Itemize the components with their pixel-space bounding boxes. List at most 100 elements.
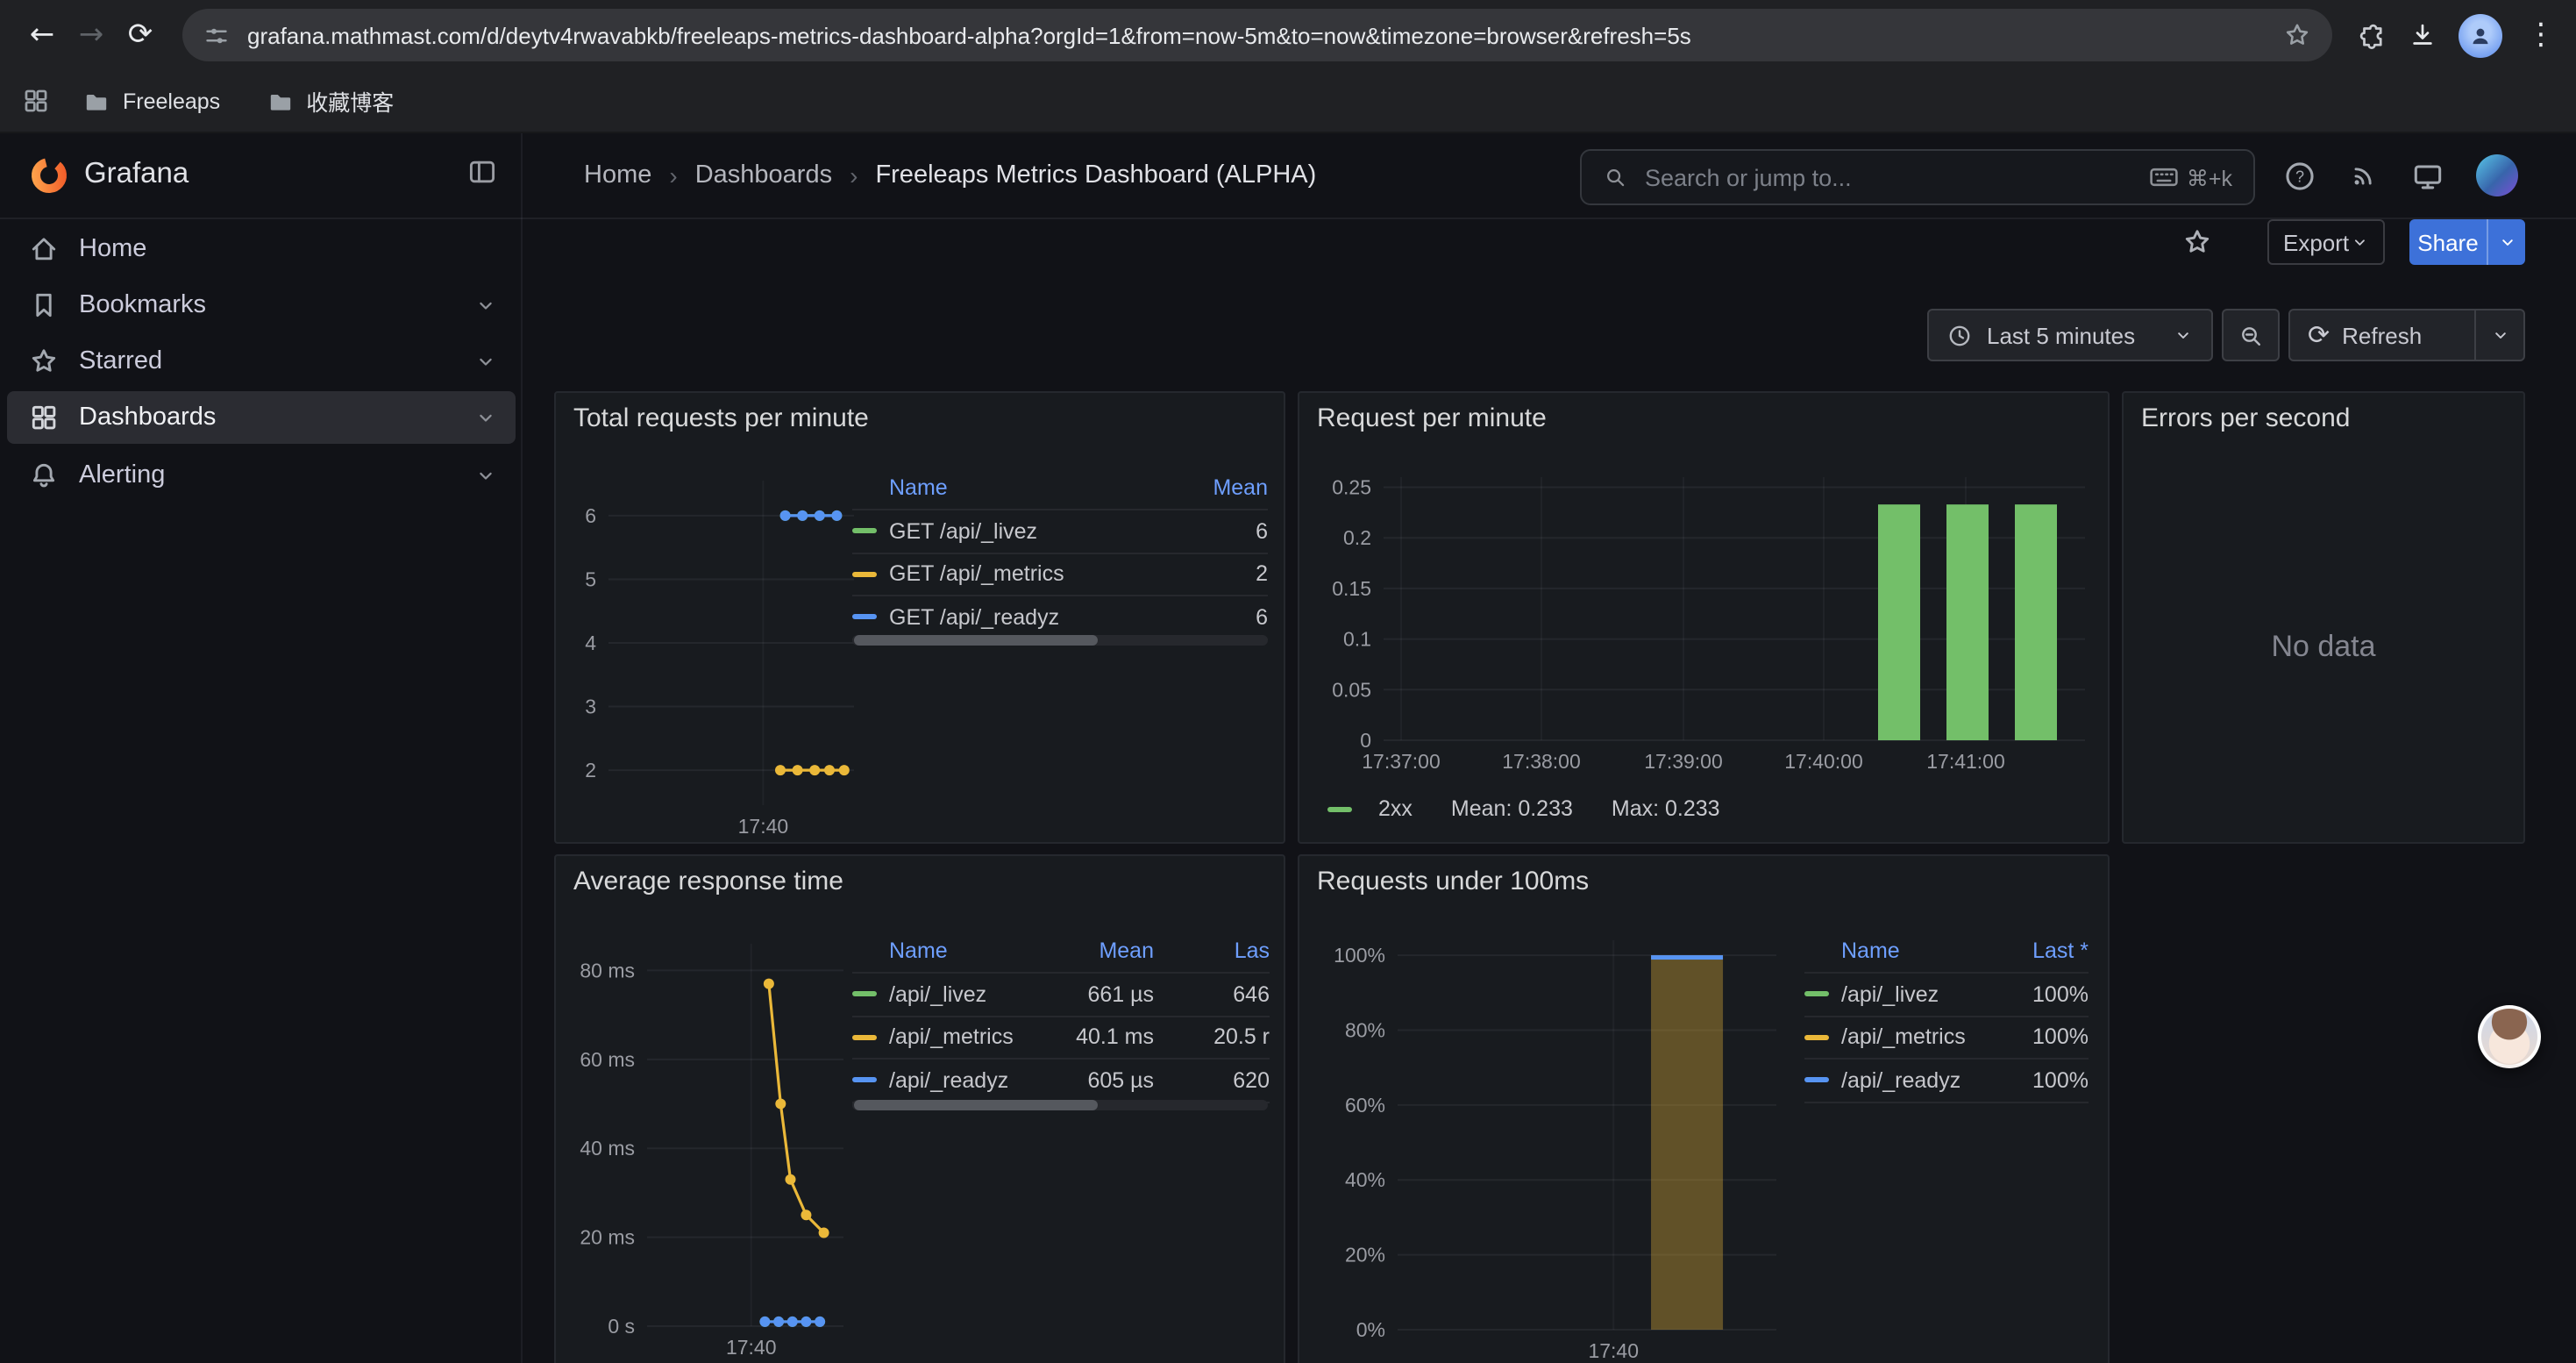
panel-requests-under-100ms[interactable]: Requests under 100ms 100%80%60%40%20%0%1… [1298, 854, 2110, 1363]
export-button[interactable]: Export [2267, 219, 2385, 265]
bookmark-star-icon[interactable] [2283, 21, 2311, 49]
share-button[interactable]: Share [2409, 219, 2525, 265]
series-value: 100% [1990, 982, 2089, 1007]
legend-row[interactable]: /api/_readyz605 µs620 [852, 1060, 1270, 1103]
refresh-button[interactable]: ⟳ Refresh [2288, 309, 2525, 361]
panel-average-response-time[interactable]: Average response time 80 ms60 ms40 ms20 … [554, 854, 1285, 1363]
refresh-label: Refresh [2342, 322, 2422, 348]
svg-text:17:40: 17:40 [1588, 1339, 1639, 1362]
scroll-thumb[interactable] [854, 1100, 1098, 1110]
series-value: 605 µs [1045, 1068, 1154, 1093]
folder-icon [82, 87, 110, 115]
bookmark-item[interactable]: Freeleaps [68, 82, 234, 120]
panel-title[interactable]: Total requests per minute [573, 403, 869, 433]
url-text[interactable]: grafana.mathmast.com/d/deytv4rwavabkb/fr… [247, 22, 2266, 48]
rss-icon[interactable] [2348, 160, 2380, 191]
sidebar-item-dashboards[interactable]: Dashboards [7, 391, 516, 444]
series-name: /api/_readyz [889, 1068, 1045, 1093]
panel-request-per-minute[interactable]: Request per minute 0.250.20.150.10.05017… [1298, 391, 2110, 844]
bell-icon [28, 460, 60, 491]
series-color-dash [1804, 992, 1829, 997]
scrollbar-thumb[interactable] [854, 635, 1098, 646]
sidebar-item-home[interactable]: Home [7, 223, 516, 275]
legend-item[interactable]: 2xx [1327, 796, 1413, 821]
sidebar-item-alerting[interactable]: Alerting [7, 449, 516, 502]
downloads-icon[interactable] [2408, 20, 2437, 50]
panel-errors-per-second[interactable]: Errors per second No data [2122, 391, 2525, 844]
refresh-main[interactable]: ⟳ Refresh [2290, 319, 2474, 351]
series-color-dash [852, 1078, 877, 1083]
help-icon[interactable]: ? [2283, 159, 2316, 192]
sidebar-collapse-button[interactable] [466, 156, 498, 193]
bar-chart[interactable]: 0.250.20.150.10.05017:37:0017:38:0017:39… [1313, 463, 2103, 791]
time-series-chart[interactable]: 6543217:40 [570, 463, 872, 844]
browser-profile-avatar[interactable] [2459, 13, 2502, 57]
panel-total-requests[interactable]: Total requests per minute 6543217:40 Nam… [554, 391, 1285, 844]
panel-title[interactable]: Average response time [573, 867, 843, 896]
panel-title[interactable]: Errors per second [2141, 403, 2350, 433]
monitor-icon[interactable] [2411, 159, 2444, 192]
favorite-star-icon[interactable] [2181, 226, 2213, 267]
breadcrumb-separator: › [850, 161, 857, 189]
home-icon [28, 233, 60, 265]
chevron-down-icon[interactable] [473, 349, 498, 374]
legend-row[interactable]: /api/_metrics100% [1804, 1017, 2089, 1060]
reload-button[interactable]: ⟳ [116, 11, 165, 60]
refresh-interval-chevron[interactable] [2476, 325, 2523, 346]
back-button[interactable]: ← [18, 11, 67, 60]
legend-row[interactable]: GET /api/_readyz6 [852, 596, 1268, 639]
sidebar-item-starred[interactable]: Starred [7, 335, 516, 388]
bar-chart[interactable]: 100%80%60%40%20%0%17:40 [1313, 926, 1794, 1363]
chevron-down-icon[interactable] [473, 405, 498, 430]
forward-button[interactable]: → [67, 11, 116, 60]
legend-row[interactable]: /api/_metrics40.1 ms20.5 r [852, 1017, 1270, 1060]
breadcrumb-home[interactable]: Home [584, 161, 651, 189]
time-series-chart[interactable]: 80 ms60 ms40 ms20 ms0 s17:40 [570, 926, 861, 1363]
legend-scrollbar[interactable] [852, 635, 1268, 646]
zoom-out-button[interactable] [2222, 309, 2280, 361]
time-range-picker[interactable]: Last 5 minutes [1927, 309, 2213, 361]
search-input[interactable] [1641, 162, 2136, 192]
series-color-dash [852, 1035, 877, 1040]
panel-title[interactable]: Requests under 100ms [1317, 867, 1589, 896]
url-bar[interactable]: grafana.mathmast.com/d/deytv4rwavabkb/fr… [182, 9, 2332, 61]
site-settings-icon[interactable] [203, 22, 230, 48]
legend-row[interactable]: /api/_livez100% [1804, 974, 2089, 1017]
svg-text:60%: 60% [1345, 1094, 1385, 1117]
series-color-dash [852, 529, 877, 534]
svg-text:0.2: 0.2 [1343, 526, 1371, 549]
browser-actions: ⋮ [2357, 11, 2558, 60]
extensions-icon[interactable] [2357, 20, 2387, 50]
svg-text:0.05: 0.05 [1332, 678, 1371, 701]
grafana-logo-icon[interactable] [28, 154, 70, 205]
svg-text:20 ms: 20 ms [580, 1226, 635, 1249]
browser-menu-icon[interactable]: ⋮ [2523, 11, 2558, 60]
chevron-down-icon[interactable] [473, 293, 498, 318]
grafana-sidebar: Grafana Home Bookmarks [0, 133, 523, 1363]
legend-row[interactable]: GET /api/_metrics2 [852, 553, 1268, 596]
svg-text:17:40:00: 17:40:00 [1784, 750, 1863, 773]
bookmark-item[interactable]: 收藏博客 [252, 79, 408, 123]
panel-title[interactable]: Request per minute [1317, 403, 1547, 433]
svg-text:17:39:00: 17:39:00 [1644, 750, 1723, 773]
panel-legend: 2xx Mean: 0.233 Max: 0.233 [1327, 796, 1720, 821]
series-value: 40.1 ms [1045, 1025, 1154, 1050]
share-menu-chevron[interactable] [2487, 219, 2525, 265]
breadcrumb-dashboards[interactable]: Dashboards [695, 161, 832, 189]
series-value: 6 [1180, 519, 1268, 544]
apps-grid-icon[interactable] [21, 86, 51, 116]
series-value: 620 [1154, 1068, 1270, 1093]
legend-scrollbar[interactable] [852, 1100, 1268, 1110]
chevron-down-icon[interactable] [473, 463, 498, 488]
user-avatar[interactable] [2476, 154, 2518, 196]
sidebar-item-bookmarks[interactable]: Bookmarks [7, 279, 516, 332]
sidebar-item-label: Home [79, 235, 498, 263]
svg-text:20%: 20% [1345, 1244, 1385, 1267]
screen: ← → ⟳ grafana.mathmast.com/d/deytv4rwava… [0, 0, 2576, 1363]
floating-avatar-widget[interactable] [2478, 1005, 2541, 1068]
legend-row[interactable]: /api/_readyz100% [1804, 1060, 2089, 1103]
search-box[interactable]: ⌘+k [1580, 149, 2255, 205]
legend-row[interactable]: GET /api/_livez6 [852, 510, 1268, 553]
legend-row[interactable]: /api/_livez661 µs646 [852, 974, 1270, 1017]
sidebar-item-label: Alerting [79, 461, 473, 489]
